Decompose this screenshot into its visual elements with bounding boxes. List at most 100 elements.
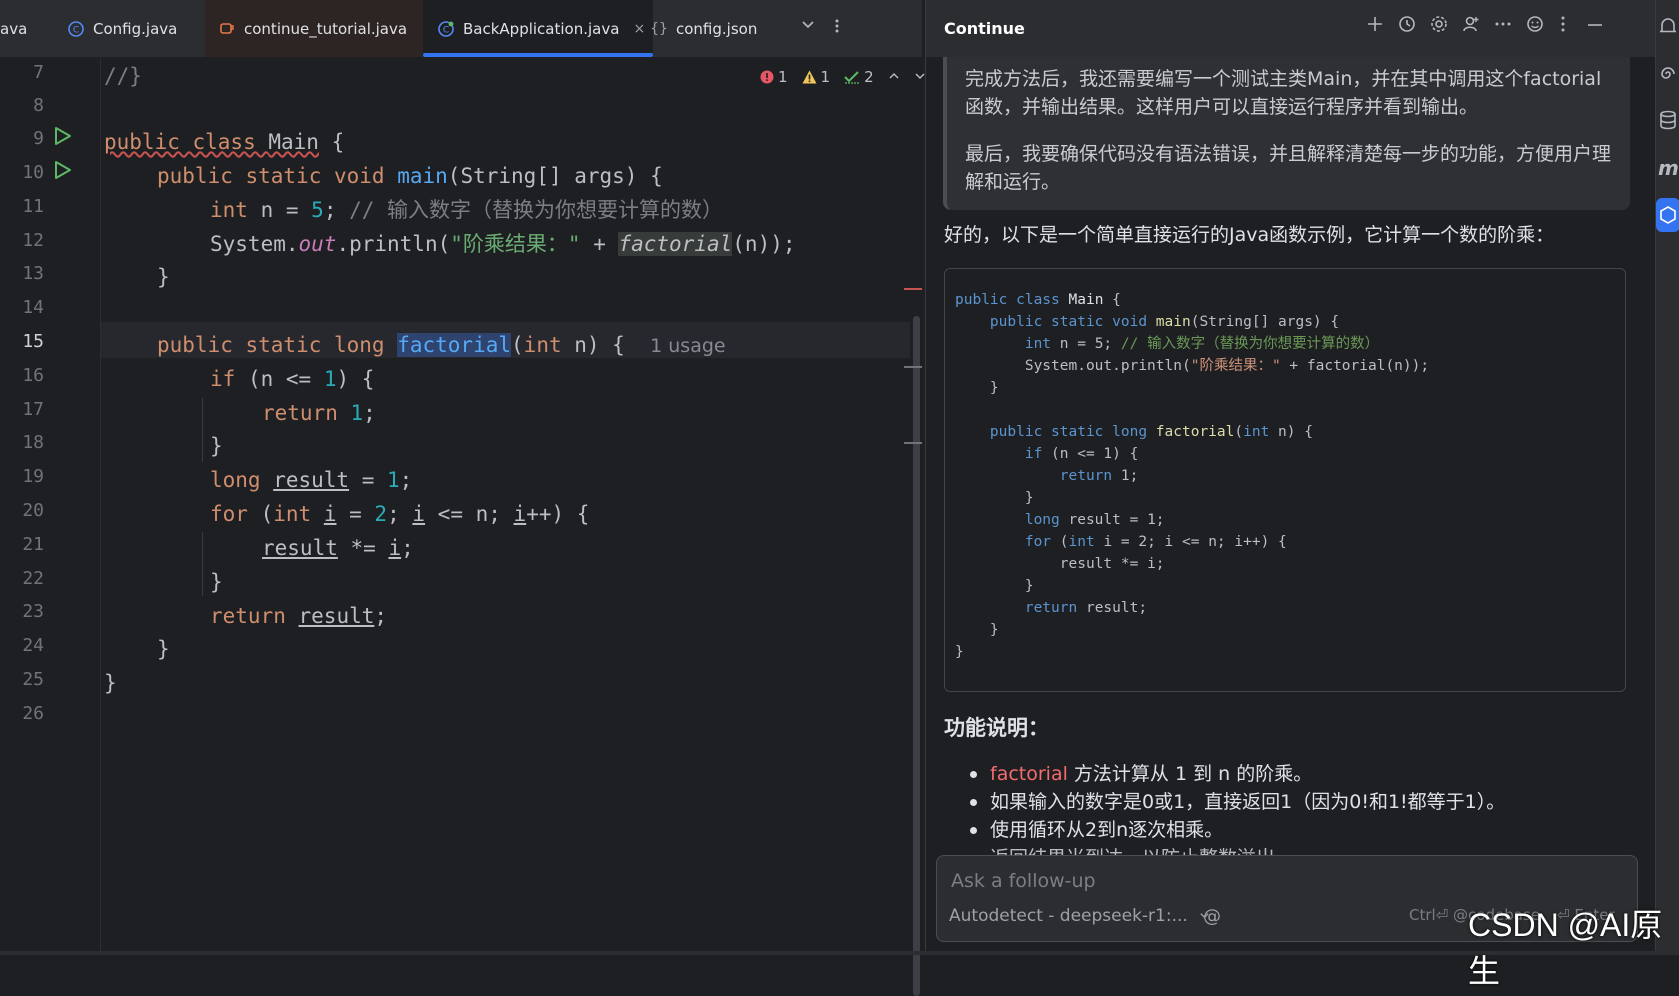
line-number: 21	[22, 534, 44, 555]
line-number: 22	[22, 568, 44, 589]
panel-title: Continue	[944, 19, 1025, 38]
more-horizontal-icon[interactable]	[1494, 15, 1512, 38]
svg-text:C: C	[73, 25, 79, 35]
code-line: //}	[104, 64, 142, 88]
inspections-widget[interactable]: 1 1 2	[760, 68, 926, 86]
status-bar	[0, 951, 1679, 955]
code-line: public class Main {	[104, 130, 345, 154]
error-icon	[760, 70, 774, 84]
model-select[interactable]: Autodetect - deepseek-r1:...	[949, 906, 1210, 926]
tab-label: ava	[0, 19, 28, 38]
code-line: if (n <= 1) {	[210, 367, 375, 391]
reasoning-paragraph: 完成方法后，我还需要编写一个测试主类Main，并在其中调用这个factorial…	[965, 68, 1602, 118]
list-item: factorial 方法计算从 1 到 n 的阶乘。	[970, 760, 1505, 788]
check-icon	[844, 71, 860, 84]
run-main-method-icon[interactable]	[52, 160, 72, 184]
line-number: 24	[22, 635, 44, 656]
code-line: System.out.println("阶乘结果：" + factorial(n…	[210, 232, 796, 256]
code-line-current: public static long factorial(int n) { 1 …	[157, 333, 726, 357]
tab-label: Config.java	[93, 19, 178, 38]
database-icon[interactable]	[1658, 110, 1678, 135]
feature-list: factorial 方法计算从 1 到 n 的阶乘。 如果输入的数字是0或1，直…	[970, 760, 1505, 856]
continue-plugin-icon[interactable]	[1656, 198, 1679, 232]
reasoning-block: 完成方法后，我还需要编写一个测试主类Main，并在其中调用这个factorial…	[943, 57, 1630, 210]
maven-icon[interactable]: m	[1658, 156, 1679, 180]
section-title: 功能说明：	[944, 716, 1049, 740]
line-number: 25	[22, 669, 44, 690]
line-number: 26	[22, 703, 44, 724]
line-number-gutter: 7 8 9 10 11 12 13 14 15 16 17 18 19 20 2…	[0, 58, 100, 951]
code-line: result *= i;	[262, 536, 414, 560]
code-line: }	[210, 570, 223, 594]
code-text: public class Main { public static void m…	[955, 292, 1430, 660]
line-number: 10	[22, 162, 44, 183]
close-icon[interactable]: ×	[633, 21, 645, 37]
typo-count[interactable]: 2	[844, 68, 874, 86]
list-item: 如果输入的数字是0或1，直接返回1（因为0!和1!都等于1）。	[970, 788, 1505, 816]
tab-label: BackApplication.java	[463, 19, 620, 38]
emoji-icon[interactable]	[1526, 15, 1544, 38]
more-vertical-icon[interactable]	[834, 18, 840, 38]
answer-code-block[interactable]: public class Main { public static void m…	[944, 268, 1626, 692]
tab-config-java[interactable]: C Config.java	[68, 0, 177, 57]
tab-config-json[interactable]: {} config.json	[650, 0, 758, 57]
code-line: for (int i = 2; i <= n; i++) {	[210, 502, 590, 526]
spiral-icon[interactable]	[1658, 64, 1678, 89]
editor-scrollbar[interactable]	[913, 316, 920, 996]
warning-icon	[802, 70, 817, 84]
tab-label: config.json	[676, 19, 758, 38]
usage-hint[interactable]: 1 usage	[650, 335, 725, 357]
indent-guide	[202, 398, 203, 462]
spring-class-icon: C	[438, 20, 454, 37]
gutter-divider	[100, 58, 101, 951]
line-number: 13	[22, 263, 44, 284]
minimize-icon[interactable]	[1586, 15, 1604, 38]
code-line: public static void main(String[] args) {	[157, 164, 663, 188]
panel-header: Continue	[926, 0, 1656, 57]
line-number: 23	[22, 601, 44, 622]
code-line: long result = 1;	[210, 468, 413, 492]
stripe-mark[interactable]	[904, 442, 922, 444]
reasoning-paragraph: 最后，我要确保代码没有语法错误，并且解释清楚每一步的功能，方便用户理解和运行。	[965, 143, 1612, 193]
line-number-current: 15	[22, 331, 44, 352]
watermark: CSDN @AI原生	[1468, 907, 1663, 989]
line-number: 20	[22, 500, 44, 521]
bell-icon[interactable]	[1658, 16, 1678, 41]
error-count[interactable]: 1	[760, 68, 788, 86]
followup-input[interactable]	[949, 866, 1613, 896]
code-line: return result;	[210, 604, 388, 628]
run-main-class-icon[interactable]	[52, 126, 72, 150]
tab-continue-tutorial[interactable]: continue_tutorial.java	[205, 0, 434, 57]
line-number: 18	[22, 432, 44, 453]
gear-icon[interactable]	[1430, 15, 1448, 38]
mention-button[interactable]: @	[1203, 906, 1221, 927]
line-number: 7	[33, 62, 44, 83]
line-number: 19	[22, 466, 44, 487]
chevron-down-icon[interactable]	[801, 18, 815, 36]
user-add-icon[interactable]	[1462, 15, 1480, 38]
more-vertical-icon[interactable]	[1560, 15, 1566, 38]
code-line: return 1;	[262, 401, 376, 425]
code-line: }	[157, 637, 170, 661]
class-icon: C	[68, 20, 84, 37]
error-stripe-mark[interactable]	[904, 288, 922, 290]
stripe-mark[interactable]	[904, 366, 922, 368]
tab-label: continue_tutorial.java	[244, 19, 408, 38]
java-file-icon	[219, 21, 235, 37]
code-line: }	[210, 434, 223, 458]
chevron-down-icon[interactable]	[914, 68, 926, 86]
line-number: 9	[33, 128, 44, 149]
tab-java-file[interactable]: ava	[0, 0, 27, 57]
code-line: }	[157, 265, 170, 289]
code-line: int n = 5; // 输入数字（替换为你想要计算的数）	[210, 198, 724, 222]
plus-icon[interactable]	[1366, 15, 1384, 38]
continue-panel: Continue 完成方法后，我还需要编写一个测试主类Main，并在其中调用这个…	[925, 0, 1656, 955]
indent-guide	[202, 532, 203, 596]
chevron-up-icon[interactable]	[888, 68, 900, 86]
json-icon: {}	[650, 20, 668, 37]
line-number: 8	[33, 95, 44, 116]
code-editor[interactable]: 7 8 9 10 11 12 13 14 15 16 17 18 19 20 2…	[0, 58, 925, 996]
tab-back-application[interactable]: C BackApplication.java ×	[423, 0, 653, 57]
history-icon[interactable]	[1398, 15, 1416, 38]
warning-count[interactable]: 1	[802, 68, 830, 86]
